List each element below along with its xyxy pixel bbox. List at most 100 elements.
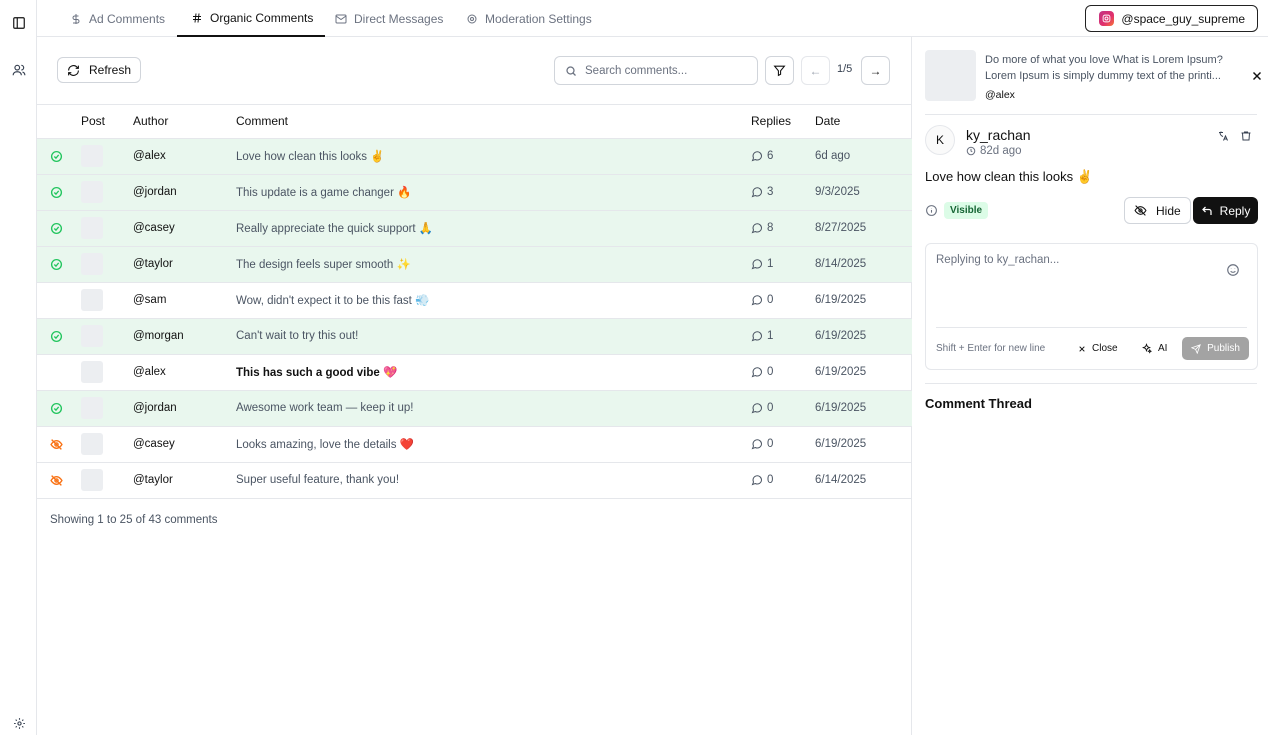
table-row[interactable]: @taylor The design feels super smooth ✨ 1 8…	[37, 246, 912, 283]
post-thumbnail	[81, 325, 103, 347]
status-cell	[37, 174, 81, 211]
message-icon	[751, 475, 763, 486]
refresh-icon	[68, 64, 79, 76]
search-icon	[566, 65, 576, 76]
message-icon	[751, 223, 763, 234]
filter-button[interactable]	[765, 56, 794, 85]
next-page-button[interactable]: →	[861, 56, 890, 85]
date-cell: 6/19/2025	[815, 318, 912, 355]
comments-main: Refresh ← 1/5 → Post Author	[37, 37, 912, 735]
publish-button[interactable]: Publish	[1182, 337, 1249, 360]
status-cell	[37, 246, 81, 283]
date-cell: 8/27/2025	[815, 210, 912, 247]
reply-count: 0	[767, 438, 774, 450]
replies-cell: 0	[751, 462, 815, 499]
status-cell	[37, 426, 81, 463]
reply-count: 1	[767, 330, 774, 342]
tab-label: Direct Messages	[354, 11, 444, 26]
reply-count: 8	[767, 222, 774, 234]
prev-page-button[interactable]: ←	[801, 56, 830, 85]
reply-textarea[interactable]	[936, 254, 1216, 314]
comment-text: Looks amazing, love the details ❤️	[236, 439, 414, 451]
message-icon	[751, 331, 763, 342]
hide-button[interactable]: Hide	[1124, 197, 1191, 224]
account-handle: @space_guy_supreme	[1121, 11, 1245, 26]
info-icon	[926, 205, 937, 216]
hide-label: Hide	[1156, 203, 1181, 218]
reply-button[interactable]: Reply	[1193, 197, 1258, 224]
message-icon	[751, 403, 763, 414]
message-icon	[751, 187, 763, 198]
message-icon	[751, 439, 763, 450]
table-header-row: Post Author Comment Replies Date	[37, 105, 912, 139]
comment-text: The design feels super smooth ✨	[236, 259, 411, 271]
x-icon	[1079, 345, 1085, 352]
post-thumbnail	[81, 397, 103, 419]
arrow-left-icon: ←	[809, 63, 822, 78]
date-cell: 6/19/2025	[815, 426, 912, 463]
trash-icon[interactable]	[1240, 130, 1252, 142]
date-cell: 6/19/2025	[815, 390, 912, 427]
tab-organic-comments[interactable]: Organic Comments	[177, 0, 326, 37]
tab-moderation-settings[interactable]: Moderation Settings	[466, 0, 592, 37]
divider	[925, 114, 1257, 115]
ai-assist-button[interactable]: AI	[1141, 343, 1167, 354]
author-cell: @taylor	[133, 462, 236, 499]
author-cell: @jordan	[133, 174, 236, 211]
post-cell	[81, 138, 133, 175]
table-row[interactable]: @alex This has such a good vibe 💖 0 6/19/20…	[37, 354, 912, 391]
post-thumbnail	[81, 145, 103, 167]
message-icon	[751, 367, 763, 378]
table-row[interactable]: @taylor Super useful feature, thank you! 0…	[37, 462, 912, 499]
comments-table: Post Author Comment Replies Date @alex Lo…	[37, 105, 912, 499]
table-row[interactable]: @morgan Can't wait to try this out! 1 6/19/…	[37, 318, 912, 355]
pagination-summary: Showing 1 to 25 of 43 comments	[50, 514, 218, 526]
table-row[interactable]: @casey Looks amazing, love the details ❤️…	[37, 426, 912, 463]
users-icon[interactable]	[11, 62, 27, 78]
author-cell: @taylor	[133, 246, 236, 283]
comment-cell: Looks amazing, love the details ❤️	[236, 426, 751, 463]
comment-text: Really appreciate the quick support 🙏	[236, 223, 434, 235]
status-badge: Visible	[944, 202, 989, 219]
reply-count: 0	[767, 294, 774, 306]
author-cell: @sam	[133, 282, 236, 319]
page-indicator: 1/5	[837, 63, 853, 75]
table-row[interactable]: @jordan Awesome work team — keep it up! 0 6…	[37, 390, 912, 427]
comment-username[interactable]: ky_rachan	[966, 127, 1031, 143]
translate-icon[interactable]	[1217, 130, 1229, 142]
date-cell: 9/3/2025	[815, 174, 912, 211]
table-row[interactable]: @casey Really appreciate the quick suppor…	[37, 210, 912, 247]
post-thumbnail	[81, 289, 103, 311]
post-preview[interactable]: Do more of what you love What is Lorem I…	[925, 50, 1262, 102]
mail-icon	[335, 14, 347, 23]
close-icon[interactable]	[1250, 69, 1264, 83]
comment-body: Love how clean this looks ✌️	[925, 169, 1093, 184]
table-row[interactable]: @jordan This update is a game changer 🔥 3 9…	[37, 174, 912, 211]
search-input[interactable]	[585, 64, 745, 77]
comment-text: Can't wait to try this out!	[236, 330, 359, 342]
comment-text: This has such a good vibe 💖	[236, 367, 398, 379]
settings-icon[interactable]	[11, 715, 27, 731]
check-circle-icon	[50, 258, 63, 270]
author-cell: @casey	[133, 210, 236, 247]
status-cell	[37, 210, 81, 247]
eye-off-icon	[50, 474, 63, 486]
filter-icon	[773, 65, 786, 77]
tab-label: Ad Comments	[89, 11, 166, 26]
divider	[936, 327, 1247, 328]
reply-arrow-icon	[1201, 206, 1212, 215]
sidebar-toggle-icon[interactable]	[11, 15, 27, 31]
table-row[interactable]: @alex Love how clean this looks ✌️ 6 6d ago	[37, 138, 912, 175]
message-icon	[751, 259, 763, 270]
comment-cell: The design feels super smooth ✨	[236, 246, 751, 283]
table-row[interactable]: @sam Wow, didn't expect it to be this fas…	[37, 282, 912, 319]
emoji-icon[interactable]	[1226, 263, 1240, 277]
post-thumbnail	[81, 253, 103, 275]
close-reply-button[interactable]: Close	[1078, 343, 1118, 354]
reply-count: 0	[767, 474, 774, 486]
date-cell: 8/14/2025	[815, 246, 912, 283]
account-selector[interactable]: @space_guy_supreme	[1085, 5, 1258, 32]
refresh-button[interactable]: Refresh	[57, 57, 142, 83]
tab-ad-comments[interactable]: Ad Comments	[70, 0, 165, 37]
tab-direct-messages[interactable]: Direct Messages	[335, 0, 443, 37]
